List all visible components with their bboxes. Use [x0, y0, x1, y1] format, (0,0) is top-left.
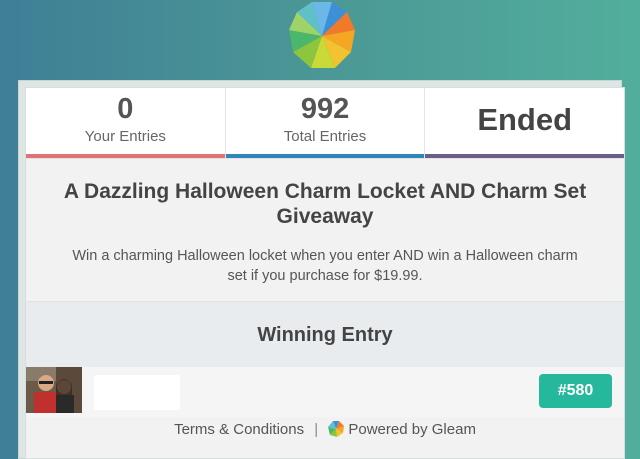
stats-bar: 0 Your Entries 992 Total Entries Ended — [26, 88, 625, 159]
your-entries-bar — [26, 154, 225, 158]
powered-by-gleam-link[interactable]: Powered by Gleam — [328, 421, 476, 438]
winner-row: #580 — [26, 367, 624, 417]
total-entries-label: Total Entries — [283, 128, 367, 145]
total-entries-value: 992 — [300, 93, 350, 125]
winning-entry-badge: #580 — [539, 374, 612, 408]
your-entries-label: Your Entries — [84, 128, 166, 145]
gleam-small-icon — [328, 421, 345, 437]
giveaway-card: 0 Your Entries 992 Total Entries Ended A… — [25, 87, 625, 459]
footer-separator: | — [314, 421, 319, 438]
status-stat: Ended — [425, 88, 625, 158]
status-bar — [425, 154, 625, 158]
terms-link[interactable]: Terms & Conditions — [174, 421, 304, 438]
your-entries-stat: 0 Your Entries — [26, 88, 226, 158]
status-value: Ended — [477, 102, 573, 137]
total-entries-bar — [225, 154, 425, 158]
total-entries-stat: 992 Total Entries — [225, 88, 426, 158]
winning-entry-heading: Winning Entry — [257, 324, 393, 346]
footer: Terms & Conditions | Powered by Gleam — [26, 417, 624, 443]
gleam-logo-icon — [289, 2, 355, 68]
your-entries-value: 0 — [117, 93, 134, 125]
winning-entry-section: Winning Entry — [26, 301, 624, 367]
giveaway-description: Win a charming Halloween locket when you… — [72, 248, 578, 284]
giveaway-title: A Dazzling Halloween Charm Locket AND Ch… — [63, 180, 587, 228]
winner-name-box — [94, 375, 180, 410]
powered-by-label: Powered by Gleam — [348, 421, 476, 438]
winner-avatar — [26, 367, 82, 413]
